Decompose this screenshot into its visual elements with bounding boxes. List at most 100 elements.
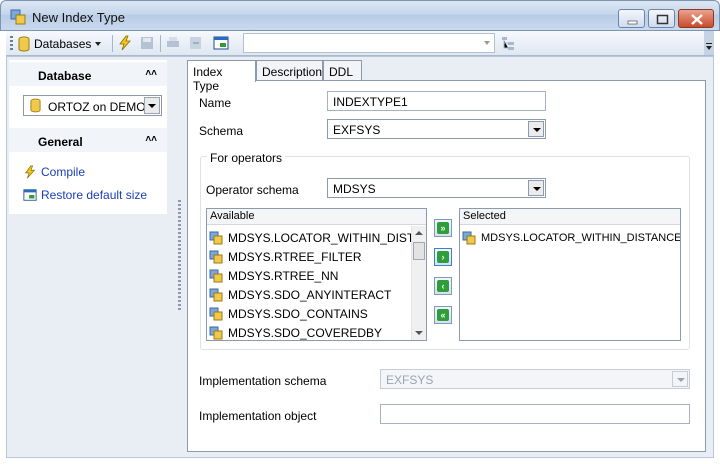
database-select-value: ORTOZ on DEMO [48,100,146,114]
database-select[interactable]: ORTOZ on DEMO [23,95,162,116]
list-item[interactable]: MDSYS.SDO_CONTAINS [209,304,368,323]
toolbar-separator [112,35,113,52]
operator-icon [462,231,476,244]
chevron-down-icon[interactable] [672,371,688,387]
list-item[interactable]: MDSYS.SDO_COVEREDBY [209,323,383,340]
general-group-header[interactable]: General ˄˄ [9,128,167,152]
title-bar: New Index Type [0,0,720,31]
general-group-title: General [38,135,83,149]
implementation-object-input[interactable] [380,404,690,424]
schema-select-value: EXFSYS [333,123,381,137]
move-all-right-button[interactable]: » [434,219,452,237]
tab-ddl[interactable]: DDL [323,60,362,81]
restore-default-size-link-label[interactable]: Restore default size [41,188,147,202]
operator-icon [209,250,223,263]
operator-schema-select[interactable]: MDSYS [327,178,546,198]
window-restore-icon[interactable] [213,35,229,51]
tree-view-icon[interactable] [500,35,516,51]
navigation-panel: Database ˄˄ ORTOZ on DEMO General ˄˄ Com… [9,60,167,214]
databases-dropdown-button[interactable]: Databases [18,34,102,53]
panel-splitter[interactable] [178,200,181,312]
arrow-left-icon: ‹ [437,280,449,292]
move-all-left-button[interactable]: « [434,306,452,324]
minimize-icon [627,20,638,25]
list-item[interactable]: MDSYS.LOCATOR_WITHIN_DISTANCE [462,228,681,247]
implementation-object-label: Implementation object [199,409,317,423]
double-arrow-right-icon: » [437,222,449,234]
tab-index-type-label: Index Type [193,65,223,93]
double-arrow-left-icon: « [437,309,449,321]
available-list-header-label: Available [210,210,255,222]
name-input-value: INDEXTYPE1 [333,95,408,109]
minimize-button[interactable] [618,9,645,28]
database-icon [30,98,41,113]
arrow-right-icon: › [437,251,449,263]
databases-label: Databases [34,36,92,51]
available-list-scrollbar[interactable] [411,226,426,340]
list-item-label: MDSYS.RTREE_FILTER [228,249,362,264]
operator-schema-label: Operator schema [206,183,299,197]
chevron-down-icon [484,41,490,45]
operator-icon [209,231,223,244]
operator-icon [209,288,223,301]
name-label: Name [199,96,232,110]
refresh-icon[interactable] [188,35,204,51]
chevron-down-icon[interactable] [528,121,544,137]
chevron-down-icon [706,43,712,50]
tab-index-type[interactable]: Index Type [187,60,256,93]
move-left-button[interactable]: ‹ [434,277,452,295]
schema-label: Schema [199,124,244,138]
chevron-down-icon[interactable] [528,180,544,196]
schema-select[interactable]: EXFSYS [327,119,546,139]
collapse-icon[interactable]: ˄˄ [145,134,157,145]
selected-list-header-label: Selected [463,210,506,222]
list-item-label: MDSYS.LOCATOR_WITHIN_DISTANCE [481,231,681,244]
toolbar-grip[interactable] [10,36,13,50]
scroll-down-icon[interactable] [415,331,423,335]
database-select-dropdown[interactable] [144,97,160,114]
implementation-schema-value: EXFSYS [386,373,434,387]
database-group-header[interactable]: Database ˄˄ [9,62,167,86]
move-right-button[interactable]: › [434,248,452,266]
close-icon [691,14,703,25]
compile-link[interactable]: Compile [23,163,85,181]
toolbar-combo[interactable] [243,33,495,53]
toolbar-separator [160,35,161,52]
list-item-label: MDSYS.RTREE_NN [228,268,339,283]
save-icon[interactable] [139,35,155,51]
list-item[interactable]: MDSYS.SDO_ANYINTERACT [209,285,391,304]
toolbar: Databases [6,31,714,56]
list-item-label: MDSYS.SDO_COVEREDBY [228,325,383,340]
operators-group-title: For operators [207,151,286,165]
compile-link-label[interactable]: Compile [41,165,85,179]
scrollbar-thumb[interactable] [413,242,425,260]
index-type-icon [10,9,26,25]
restore-default-size-link[interactable]: Restore default size [23,186,147,204]
tab-description[interactable]: Description [256,60,323,81]
implementation-schema-select[interactable]: EXFSYS [380,369,690,389]
maximize-icon [656,14,669,25]
operator-icon [209,269,223,282]
chevron-down-icon [95,41,102,46]
compile-icon[interactable] [117,35,133,51]
available-list-header: Available [207,209,426,225]
selected-operators-list[interactable]: Selected MDSYS.LOCATOR_WITHIN_DISTANCE [459,208,681,341]
list-item[interactable]: MDSYS.LOCATOR_WITHIN_DISTAI [209,228,425,247]
toolbar-overflow-button[interactable] [704,31,714,55]
print-icon[interactable] [165,35,181,51]
tab-description-label: Description [262,65,323,79]
scroll-up-icon[interactable] [415,231,423,235]
available-operators-list[interactable]: Available MDSYS.LOCATOR_WITHIN_DISTAI MD… [206,208,427,341]
list-item-label: MDSYS.SDO_ANYINTERACT [228,287,392,302]
selected-list-header: Selected [460,209,680,225]
maximize-button[interactable] [648,9,675,28]
name-input[interactable]: INDEXTYPE1 [327,91,546,111]
database-group-title: Database [38,69,92,83]
list-item[interactable]: MDSYS.RTREE_FILTER [209,247,362,266]
collapse-icon[interactable]: ˄˄ [145,68,157,79]
operator-icon [209,326,223,339]
list-item[interactable]: MDSYS.RTREE_NN [209,266,338,285]
database-icon [18,36,30,51]
close-button[interactable] [678,9,714,28]
tab-ddl-label: DDL [329,65,354,79]
